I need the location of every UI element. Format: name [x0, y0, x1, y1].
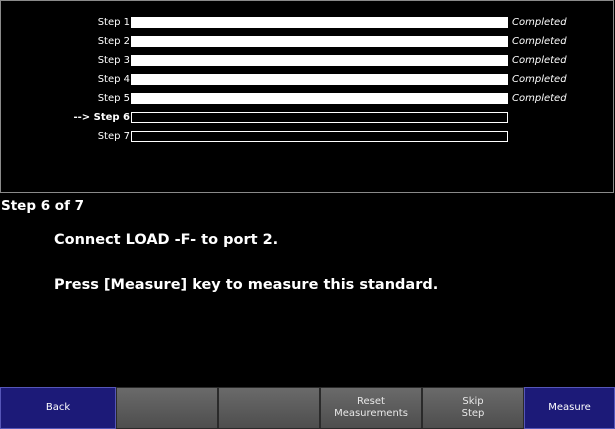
step-progress-fill: [132, 94, 507, 103]
step-label: --> Step 6: [73, 112, 130, 123]
step-status: Completed: [512, 17, 567, 28]
step-status: Completed: [512, 74, 567, 85]
skip-button-line1: Skip: [462, 396, 484, 407]
softkey-blank-2[interactable]: [218, 387, 320, 429]
step-progress-bar: [131, 112, 508, 123]
step-row-6: --> Step 6: [1, 110, 615, 125]
step-label: Step 1: [97, 17, 130, 28]
instruction-measure: Press [Measure] key to measure this stan…: [54, 277, 439, 293]
reset-button-line1: Reset: [357, 396, 385, 407]
step-status: Completed: [512, 93, 567, 104]
step-progress-bar: [131, 55, 508, 66]
step-status: Completed: [512, 36, 567, 47]
back-button-label: Back: [45, 402, 71, 413]
step-label: Step 7: [97, 131, 130, 142]
step-row-5: Step 5 Completed: [1, 91, 615, 106]
step-progress-fill: [132, 37, 507, 46]
step-status: Completed: [512, 55, 567, 66]
step-row-7: Step 7: [1, 129, 615, 144]
softkey-bar: Back Reset Measurements Skip Step Measur…: [0, 387, 615, 429]
instruction-connect: Connect LOAD -F- to port 2.: [54, 232, 279, 248]
step-progress-bar: [131, 131, 508, 142]
step-progress-bar: [131, 93, 508, 104]
step-row-4: Step 4 Completed: [1, 72, 615, 87]
reset-button-line2: Measurements: [334, 408, 408, 419]
step-progress-fill: [132, 56, 507, 65]
softkey-blank-1[interactable]: [116, 387, 218, 429]
reset-measurements-button[interactable]: Reset Measurements: [320, 387, 422, 429]
calibration-steps-panel: Step 1 Completed Step 2 Completed Step 3…: [0, 0, 614, 193]
step-label: Step 5: [97, 93, 130, 104]
step-progress-bar: [131, 36, 508, 47]
step-progress-fill: [132, 18, 507, 27]
step-row-2: Step 2 Completed: [1, 34, 615, 49]
measure-button-label: Measure: [548, 402, 591, 413]
measure-button[interactable]: Measure: [524, 387, 615, 429]
step-progress-bar: [131, 74, 508, 85]
step-row-3: Step 3 Completed: [1, 53, 615, 68]
step-progress-bar: [131, 17, 508, 28]
skip-button-line2: Step: [461, 408, 485, 419]
skip-step-button[interactable]: Skip Step: [422, 387, 524, 429]
step-progress-fill: [132, 75, 507, 84]
step-label: Step 3: [97, 55, 130, 66]
step-label: Step 4: [97, 74, 130, 85]
step-counter-title: Step 6 of 7: [1, 198, 85, 214]
step-row-1: Step 1 Completed: [1, 15, 615, 30]
back-button[interactable]: Back: [0, 387, 116, 429]
step-label: Step 2: [97, 36, 130, 47]
